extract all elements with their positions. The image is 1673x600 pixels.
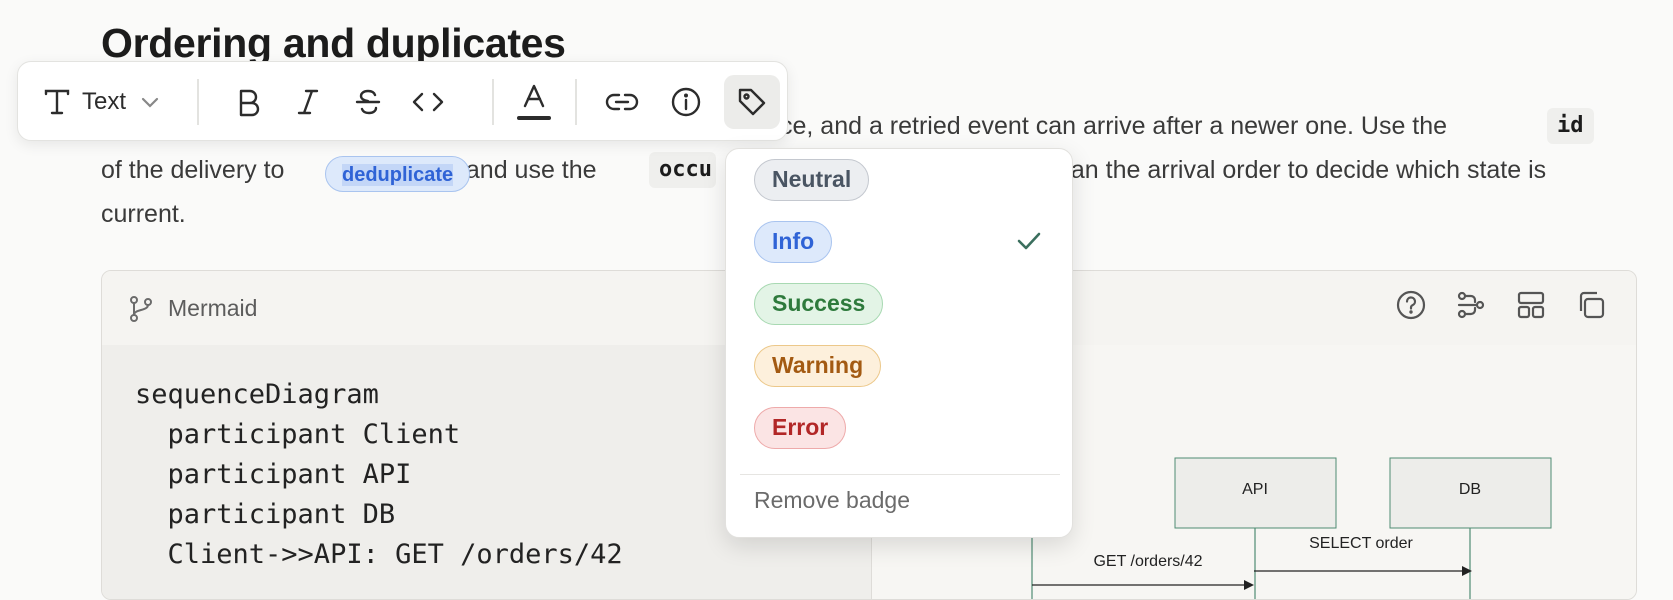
badge-option-info[interactable]: Info <box>726 211 1072 273</box>
paragraph-line1: ce, and a retried event can arrive after… <box>780 112 1448 140</box>
code-line: sequenceDiagram <box>135 379 379 410</box>
badge-pill-info: Info <box>754 221 833 263</box>
menu-divider <box>740 474 1060 475</box>
bold-icon <box>234 87 262 117</box>
copy-icon[interactable] <box>1575 289 1607 326</box>
paragraph-line2-mid: , and use the <box>452 156 597 184</box>
italic-button[interactable] <box>288 82 328 122</box>
badge-option-error[interactable]: Error <box>726 397 1072 459</box>
tag-icon <box>736 86 768 118</box>
participant-label-db: DB <box>1459 481 1481 498</box>
info-button[interactable] <box>666 82 706 122</box>
paragraph-line2-start: of the delivery to <box>101 156 285 184</box>
italic-icon <box>294 87 322 117</box>
strikethrough-button[interactable] <box>348 82 388 122</box>
inline-code-id: id <box>1547 108 1594 144</box>
link-button[interactable] <box>600 82 644 122</box>
badge-pill-warning: Warning <box>754 345 882 387</box>
code-line: Client->>API: GET /orders/42 <box>135 539 623 570</box>
inline-badge-deduplicate[interactable]: deduplicate <box>325 156 471 192</box>
toolbar-divider <box>197 79 199 125</box>
badge-option-success[interactable]: Success <box>726 273 1072 335</box>
strikethrough-icon <box>353 87 383 117</box>
badge-pill-success: Success <box>754 283 884 325</box>
text-style-label: Text <box>82 88 127 115</box>
paragraph-line3: current. <box>101 200 186 228</box>
check-icon <box>1016 229 1042 258</box>
arrowhead <box>1462 566 1472 576</box>
code-line: participant Client <box>135 419 461 450</box>
paragraph-line2-end: han the arrival order to decide which st… <box>1057 156 1547 184</box>
badge-button[interactable] <box>724 75 780 129</box>
branch-icon <box>128 295 154 328</box>
message-label-select-visible: SELECT order <box>1309 535 1413 552</box>
toolbar-divider <box>492 79 494 125</box>
badge-option-warning[interactable]: Warning <box>726 335 1072 397</box>
layout-icon[interactable] <box>1515 289 1547 326</box>
participant-label-api: API <box>1242 481 1268 498</box>
code-button[interactable] <box>408 82 448 122</box>
mermaid-label: Mermaid <box>168 295 258 321</box>
arrowhead <box>1244 580 1254 590</box>
text-color-button[interactable] <box>512 80 556 124</box>
diagram-flow-icon[interactable] <box>1455 289 1487 326</box>
code-line: participant DB <box>135 499 396 530</box>
toolbar-divider <box>575 79 577 125</box>
section-heading: Ordering and duplicates <box>101 20 566 66</box>
badge-text: deduplicate <box>342 164 454 186</box>
code-icon <box>412 87 444 117</box>
inline-code-occu: occu <box>649 152 716 188</box>
text-icon <box>42 87 72 117</box>
remove-badge-button[interactable]: Remove badge <box>754 487 910 514</box>
badge-style-menu: Neutral Info Success Warning Error Remov… <box>725 148 1073 538</box>
badge-option-neutral[interactable]: Neutral <box>726 149 1072 211</box>
info-icon <box>670 86 702 118</box>
text-style-dropdown[interactable]: Text <box>42 82 160 122</box>
code-line: participant API <box>135 459 412 490</box>
message-select: SELECT order <box>1254 535 1472 576</box>
chevron-down-icon <box>140 95 160 109</box>
badge-pill-error: Error <box>754 407 847 449</box>
message-label-get: GET /orders/42 <box>1093 553 1202 570</box>
help-icon[interactable] <box>1395 289 1427 326</box>
bold-button[interactable] <box>228 82 268 122</box>
text-color-icon <box>517 82 551 122</box>
link-icon <box>605 90 639 114</box>
badge-pill-neutral: Neutral <box>754 159 870 201</box>
formatting-toolbar: Text <box>17 61 788 141</box>
